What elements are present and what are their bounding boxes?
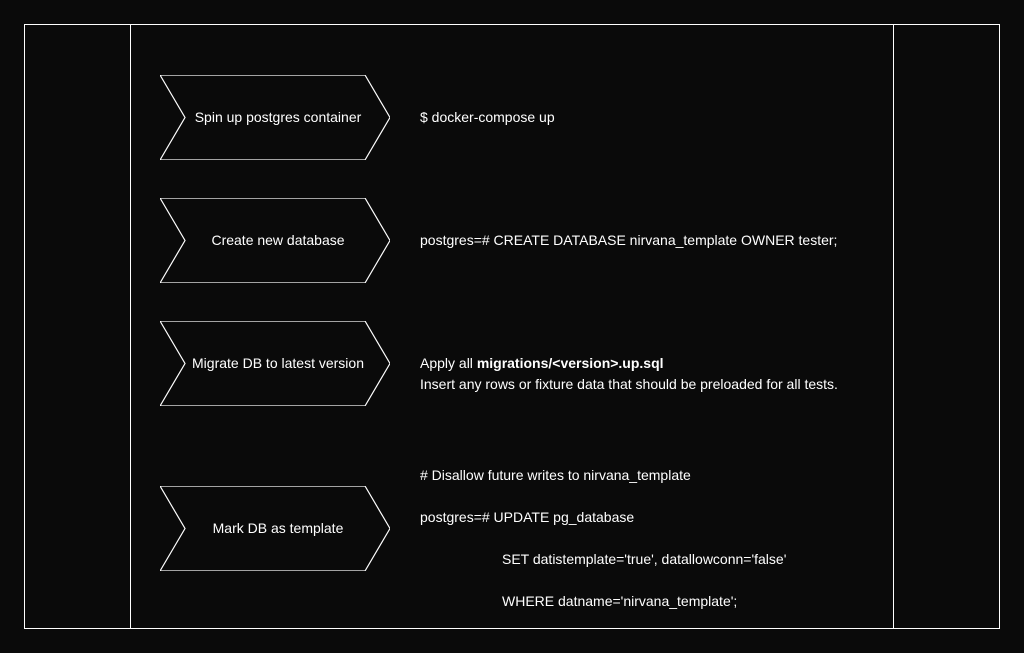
step-chevron-4: Mark DB as template xyxy=(160,486,390,571)
step-desc-4-line1: # Disallow future writes to nirvana_temp… xyxy=(420,467,691,483)
step-desc-4-line3: SET datistemplate='true', datallowconn='… xyxy=(420,549,786,570)
step-row-3: Migrate DB to latest version Apply all m… xyxy=(160,321,894,406)
step-desc-3-suffix: Insert any rows or fixture data that sho… xyxy=(420,376,838,392)
step-chevron-3: Migrate DB to latest version xyxy=(160,321,390,406)
step-label-3: Migrate DB to latest version xyxy=(160,321,390,406)
steps-container: Spin up postgres container $ docker-comp… xyxy=(160,75,894,612)
step-desc-3-prefix: Apply all xyxy=(420,355,477,371)
step-desc-4: # Disallow future writes to nirvana_temp… xyxy=(420,444,786,612)
step-chevron-1: Spin up postgres container xyxy=(160,75,390,160)
step-desc-1: $ docker-compose up xyxy=(420,107,555,128)
step-label-2: Create new database xyxy=(160,198,390,283)
step-label-4: Mark DB as template xyxy=(160,486,390,571)
step-row-4: Mark DB as template # Disallow future wr… xyxy=(160,444,894,612)
step-desc-3: Apply all migrations/<version>.up.sql In… xyxy=(420,332,838,395)
step-label-1: Spin up postgres container xyxy=(160,75,390,160)
step-desc-4-line4: WHERE datname='nirvana_template'; xyxy=(420,591,737,612)
step-row-2: Create new database postgres=# CREATE DA… xyxy=(160,198,894,283)
step-desc-2: postgres=# CREATE DATABASE nirvana_templ… xyxy=(420,230,837,251)
step-chevron-2: Create new database xyxy=(160,198,390,283)
column-divider-left xyxy=(130,24,131,629)
step-row-1: Spin up postgres container $ docker-comp… xyxy=(160,75,894,160)
step-desc-3-bold: migrations/<version>.up.sql xyxy=(477,355,664,371)
step-desc-4-line2: postgres=# UPDATE pg_database xyxy=(420,509,634,525)
